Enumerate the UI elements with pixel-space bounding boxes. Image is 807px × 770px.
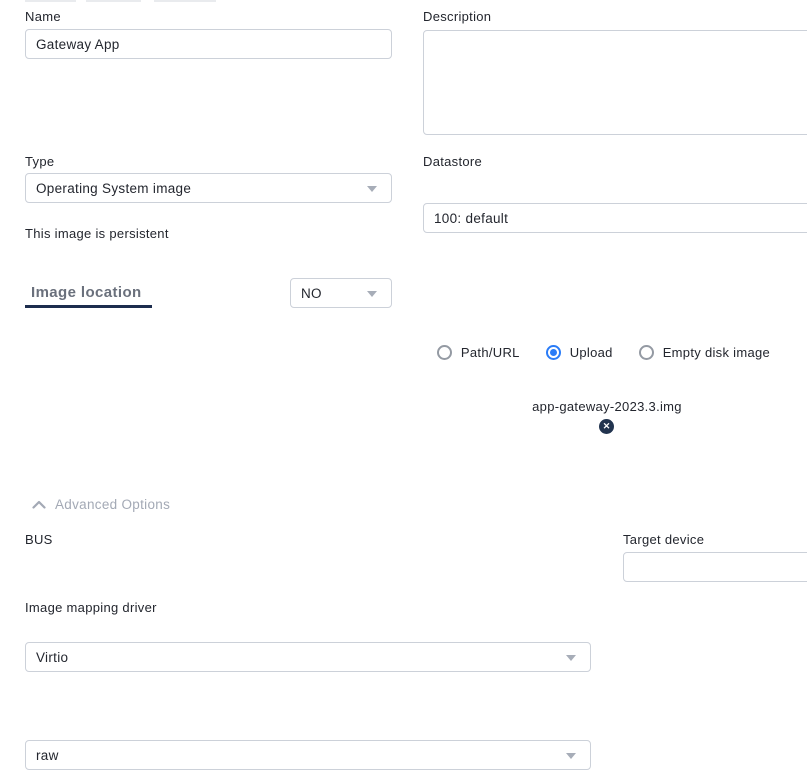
radio-empty-disk[interactable]: Empty disk image bbox=[639, 345, 770, 360]
uploaded-file-name: app-gateway-2023.3.img bbox=[407, 399, 807, 414]
description-label: Description bbox=[423, 9, 491, 24]
advanced-options-label: Advanced Options bbox=[55, 497, 170, 512]
radio-unselected-icon[interactable] bbox=[639, 345, 654, 360]
datastore-label: Datastore bbox=[423, 154, 482, 169]
type-label: Type bbox=[25, 154, 54, 169]
top-tab-fragment-2 bbox=[86, 0, 141, 2]
radio-upload-label: Upload bbox=[570, 345, 613, 360]
chevron-up-icon bbox=[32, 500, 46, 509]
type-select[interactable]: Operating System image bbox=[25, 173, 392, 203]
top-tab-fragment-3 bbox=[154, 0, 216, 2]
radio-upload[interactable]: Upload bbox=[546, 345, 613, 360]
description-textarea[interactable] bbox=[423, 30, 807, 135]
chevron-down-icon bbox=[367, 291, 377, 297]
datastore-select[interactable]: 100: default bbox=[423, 203, 807, 233]
remove-file-icon[interactable]: ✕ bbox=[599, 419, 614, 434]
target-device-label: Target device bbox=[623, 532, 704, 547]
datastore-select-value: 100: default bbox=[434, 211, 508, 226]
radio-empty-disk-label: Empty disk image bbox=[663, 345, 770, 360]
radio-selected-icon[interactable] bbox=[546, 345, 561, 360]
chevron-down-icon bbox=[566, 753, 576, 759]
name-label: Name bbox=[25, 9, 61, 24]
advanced-options-toggle[interactable]: Advanced Options bbox=[32, 497, 170, 512]
type-select-value: Operating System image bbox=[36, 181, 191, 196]
radio-unselected-icon[interactable] bbox=[437, 345, 452, 360]
persistent-select-value: NO bbox=[301, 286, 322, 301]
mapping-driver-select-value: raw bbox=[36, 748, 59, 763]
persistent-select[interactable]: NO bbox=[290, 278, 392, 308]
name-input[interactable] bbox=[25, 29, 392, 59]
top-tab-fragment-1 bbox=[25, 0, 76, 2]
radio-path-url[interactable]: Path/URL bbox=[437, 345, 520, 360]
mapping-driver-label: Image mapping driver bbox=[25, 600, 157, 615]
persistent-label: This image is persistent bbox=[25, 226, 169, 241]
tab-active-underline bbox=[25, 305, 152, 308]
bus-select[interactable]: Virtio bbox=[25, 642, 591, 672]
bus-select-value: Virtio bbox=[36, 650, 68, 665]
mapping-driver-select[interactable]: raw bbox=[25, 740, 591, 770]
chevron-down-icon bbox=[566, 655, 576, 661]
chevron-down-icon bbox=[367, 186, 377, 192]
target-device-input[interactable] bbox=[623, 552, 807, 582]
tab-image-location[interactable]: Image location bbox=[31, 284, 142, 301]
radio-path-url-label: Path/URL bbox=[461, 345, 520, 360]
image-source-radio-group: Path/URL Upload Empty disk image bbox=[400, 345, 807, 360]
bus-label: BUS bbox=[25, 532, 53, 547]
